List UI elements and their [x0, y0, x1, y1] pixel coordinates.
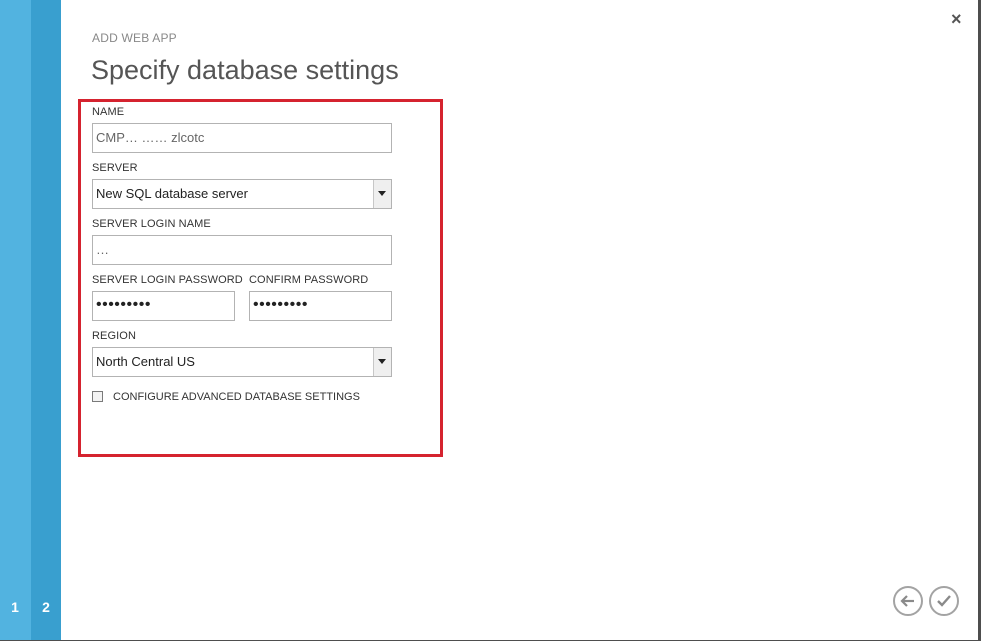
server-login-password-label: SERVER LOGIN PASSWORD	[92, 274, 243, 286]
step-2-indicator[interactable]: 2	[31, 599, 61, 615]
region-label: REGION	[92, 330, 136, 342]
back-button[interactable]	[893, 586, 923, 616]
server-login-name-field[interactable]: …	[92, 235, 392, 265]
page-title: Specify database settings	[91, 55, 399, 85]
server-label: SERVER	[92, 162, 138, 174]
confirm-password-label: CONFIRM PASSWORD	[249, 274, 369, 286]
chevron-down-icon[interactable]	[373, 180, 391, 208]
close-icon[interactable]: ×	[951, 9, 962, 29]
advanced-settings-checkbox[interactable]	[92, 391, 103, 402]
region-dropdown[interactable]: North Central US	[92, 347, 392, 377]
server-login-password-field[interactable]: •••••••••	[92, 291, 235, 321]
step-1-indicator[interactable]: 1	[0, 599, 30, 615]
server-login-name-label: SERVER LOGIN NAME	[92, 218, 211, 230]
step-rail-1	[0, 0, 31, 641]
step-rail-2	[31, 0, 61, 641]
finish-button[interactable]	[929, 586, 959, 616]
confirm-password-field[interactable]: •••••••••	[249, 291, 392, 321]
advanced-settings-label[interactable]: CONFIGURE ADVANCED DATABASE SETTINGS	[113, 391, 360, 403]
server-dropdown-value: New SQL database server	[96, 186, 248, 201]
breadcrumb: ADD WEB APP	[92, 31, 177, 45]
checkmark-icon	[937, 595, 951, 607]
server-dropdown[interactable]: New SQL database server	[92, 179, 392, 209]
region-dropdown-value: North Central US	[96, 354, 195, 369]
name-label: NAME	[92, 106, 125, 118]
name-field[interactable]: CMP… …… zlcotc	[92, 123, 392, 153]
arrow-left-icon	[900, 595, 914, 607]
chevron-down-icon[interactable]	[373, 348, 391, 376]
